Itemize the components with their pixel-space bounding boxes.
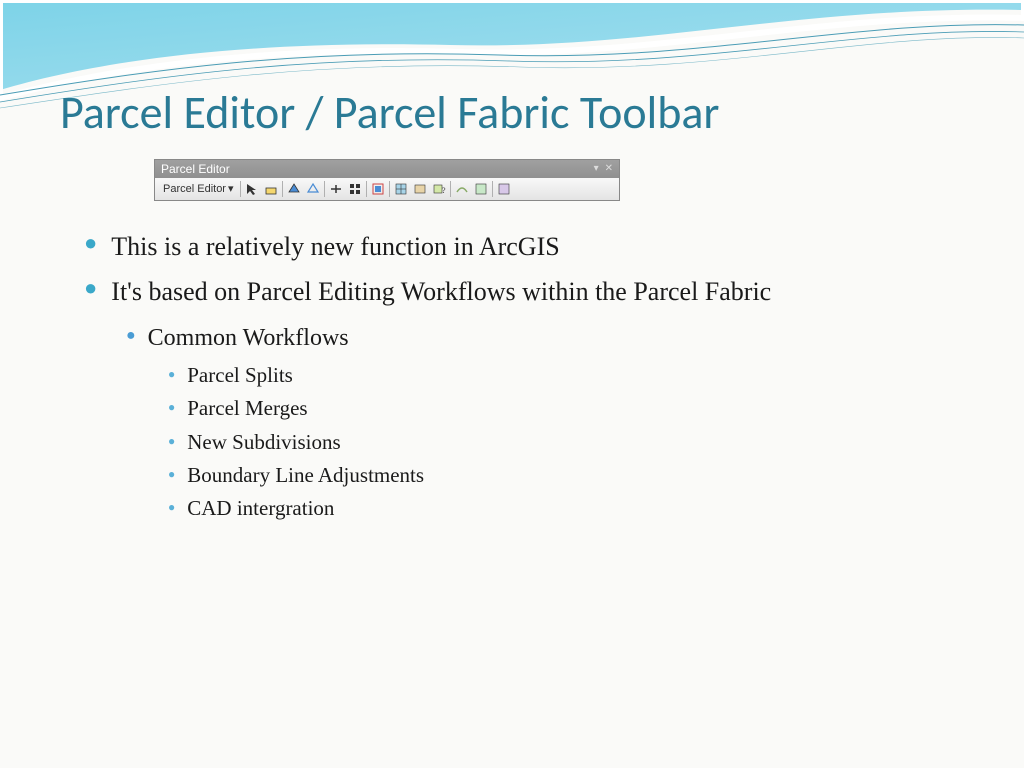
toolbar-header-label: Parcel Editor bbox=[161, 162, 230, 176]
select-tool-icon bbox=[243, 180, 261, 198]
bullet-list: ● This is a relatively new function in A… bbox=[60, 229, 964, 523]
list-item: ● Common Workflows bbox=[126, 323, 964, 354]
close-icon: ✕ bbox=[605, 163, 613, 174]
add-parcel-icon bbox=[262, 180, 280, 198]
parcel-editor-dropdown: Parcel Editor▾ bbox=[159, 181, 238, 196]
map-icon bbox=[472, 180, 490, 198]
toolbar-screenshot: Parcel Editor ▾ ✕ Parcel Editor▾ bbox=[154, 159, 964, 201]
grid-icon bbox=[392, 180, 410, 198]
bullet-dot-icon: ● bbox=[168, 395, 175, 419]
toolbar-body: Parcel Editor▾ ? bbox=[155, 178, 619, 200]
layers-icon bbox=[495, 180, 513, 198]
minimize-icon: ▾ bbox=[594, 163, 599, 174]
bullet-dot-icon: ● bbox=[168, 495, 175, 519]
bullet-dot-icon: ● bbox=[84, 229, 97, 257]
bullet-dot-icon: ● bbox=[168, 429, 175, 453]
explorer-icon bbox=[411, 180, 429, 198]
annotation-icon bbox=[304, 180, 322, 198]
list-item: ● Boundary Line Adjustments bbox=[168, 462, 964, 489]
toolbar-titlebar: Parcel Editor ▾ ✕ bbox=[155, 160, 619, 178]
slide-title: Parcel Editor / Parcel Fabric Toolbar bbox=[60, 88, 964, 139]
join-icon bbox=[327, 180, 345, 198]
list-item: ● This is a relatively new function in A… bbox=[84, 229, 964, 264]
list-item: ● CAD intergration bbox=[168, 495, 964, 522]
construction-icon bbox=[285, 180, 303, 198]
list-item: ● It's based on Parcel Editing Workflows… bbox=[84, 274, 964, 309]
bullet-dot-icon: ● bbox=[84, 274, 97, 302]
bullet-dot-icon: ● bbox=[168, 362, 175, 386]
bullet-dot-icon: ● bbox=[126, 323, 136, 349]
svg-text:?: ? bbox=[442, 186, 446, 195]
list-item: ● Parcel Merges bbox=[168, 395, 964, 422]
transform-icon bbox=[369, 180, 387, 198]
list-item: ● Parcel Splits bbox=[168, 362, 964, 389]
plan-icon bbox=[346, 180, 364, 198]
bullet-dot-icon: ● bbox=[168, 462, 175, 486]
help-icon: ? bbox=[430, 180, 448, 198]
list-item: ● New Subdivisions bbox=[168, 429, 964, 456]
curve-icon bbox=[453, 180, 471, 198]
